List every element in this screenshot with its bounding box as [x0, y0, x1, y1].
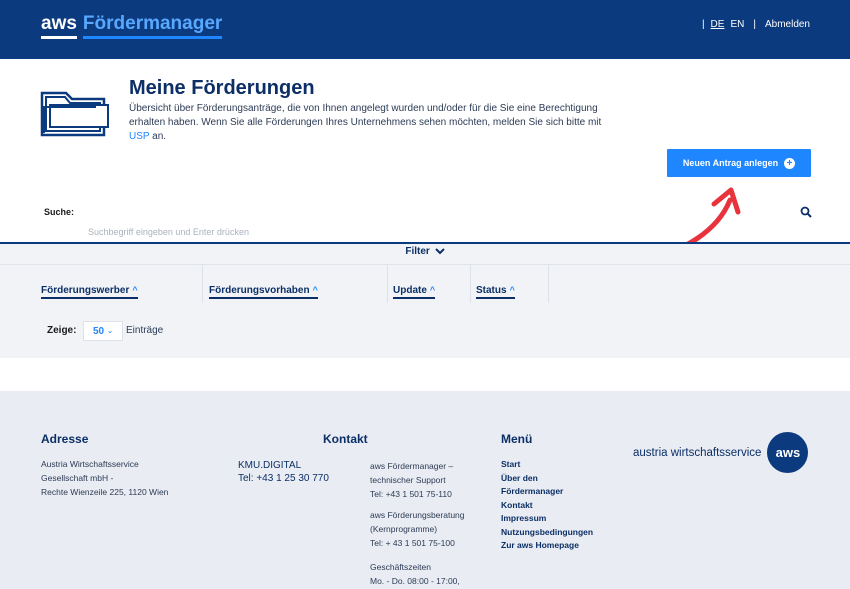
search-input[interactable]	[88, 224, 688, 240]
filter-label: Filter	[405, 246, 430, 257]
footer-menu-item[interactable]: Nutzungsbedingungen	[501, 526, 593, 540]
page-title: Meine Förderungen	[129, 77, 315, 99]
usp-link[interactable]: USP	[129, 131, 149, 142]
sort-caret-icon: ^	[312, 285, 318, 295]
brand-logo[interactable]: aws Fördermanager	[41, 13, 223, 39]
footer-menu-item[interactable]: Zur aws Homepage	[501, 539, 593, 553]
column-header-applicant[interactable]: Förderungswerber ^	[41, 285, 138, 299]
footer-address: Austria Wirtschaftsservice Gesellschaft …	[41, 459, 169, 497]
sort-caret-icon: ^	[429, 285, 436, 295]
language-de-link[interactable]: DE	[711, 19, 725, 30]
column-divider	[387, 265, 388, 303]
search-icon[interactable]	[800, 206, 812, 218]
kmu-phone[interactable]: Tel: +43 1 25 30 770	[238, 472, 329, 485]
footer-menu-item[interactable]: Impressum	[501, 512, 593, 526]
footer-menu: Start Über den Fördermanager Kontakt Imp…	[501, 458, 593, 553]
footer-address-heading: Adresse	[41, 432, 89, 446]
page-size-value: 50	[93, 325, 105, 337]
plus-circle-icon: +	[784, 157, 796, 169]
new-application-button[interactable]: Neuen Antrag anlegen +	[667, 149, 811, 177]
footer-menu-item[interactable]: Fördermanager	[501, 485, 593, 499]
description-text: Übersicht über Förderungsanträge, die vo…	[129, 103, 602, 128]
column-header-project[interactable]: Förderungsvorhaben ^	[209, 285, 318, 299]
footer-logo-text: austria wirtschaftsservice	[633, 446, 762, 459]
separator: |	[701, 19, 705, 30]
footer-menu-item[interactable]: Kontakt	[501, 499, 593, 513]
sort-caret-icon: ^	[509, 285, 515, 295]
column-divider	[470, 265, 471, 303]
chevron-down-icon	[434, 248, 445, 255]
column-header-update[interactable]: Update ^	[393, 285, 436, 299]
chevron-down-icon: ⌄	[107, 328, 113, 335]
entries-label: Einträge	[126, 325, 164, 336]
logout-link[interactable]: Abmelden	[765, 19, 810, 30]
footer-aws-logo[interactable]: austria wirtschaftsservice aws	[633, 432, 809, 473]
language-en-link[interactable]: EN	[730, 19, 744, 30]
brand-aws-mark: aws	[41, 13, 77, 39]
support-phone[interactable]: Tel: +43 1 501 75-110	[370, 487, 453, 501]
column-divider	[202, 265, 203, 303]
filter-toggle[interactable]: Filter	[0, 246, 850, 257]
brand-app-name: Fördermanager	[82, 13, 223, 39]
page-description: Übersicht über Förderungsanträge, die vo…	[129, 102, 619, 144]
new-application-label: Neuen Antrag anlegen	[682, 158, 779, 168]
footer-advice-contact: aws Förderungsberatung (Kernprogramme) T…	[370, 510, 465, 550]
description-end: an.	[152, 131, 167, 142]
footer-business-hours: Geschäftszeiten Mo. - Do. 08:00 - 17:00,	[370, 562, 460, 586]
sort-caret-icon: ^	[132, 285, 138, 295]
footer-menu-heading: Menü	[501, 432, 533, 446]
search-label: Suche:	[44, 207, 75, 217]
separator: |	[753, 19, 756, 30]
top-links: | DE EN | Abmelden	[702, 19, 810, 30]
advice-phone[interactable]: Tel: + 43 1 501 75-100	[370, 536, 465, 550]
column-header-status[interactable]: Status ^	[476, 285, 515, 299]
divider	[0, 264, 850, 265]
footer-menu-item[interactable]: Start	[501, 458, 593, 472]
aws-badge: aws	[767, 432, 809, 473]
page-size-select[interactable]: 50 ⌄	[83, 321, 123, 341]
footer-support-contact: aws Fördermanager – technischer Support …	[370, 461, 454, 501]
folder-icon	[40, 91, 109, 137]
footer-contact-heading: Kontakt	[323, 432, 368, 446]
top-navigation-bar: aws Fördermanager | DE EN | Abmelden	[0, 0, 850, 59]
page-size-label: Zeige:	[47, 325, 77, 336]
column-divider	[548, 265, 549, 303]
footer-kmu-contact: KMU.DIGITAL Tel: +43 1 25 30 770	[238, 460, 329, 485]
footer-menu-item[interactable]: Über den	[501, 472, 593, 486]
results-area	[0, 244, 850, 358]
